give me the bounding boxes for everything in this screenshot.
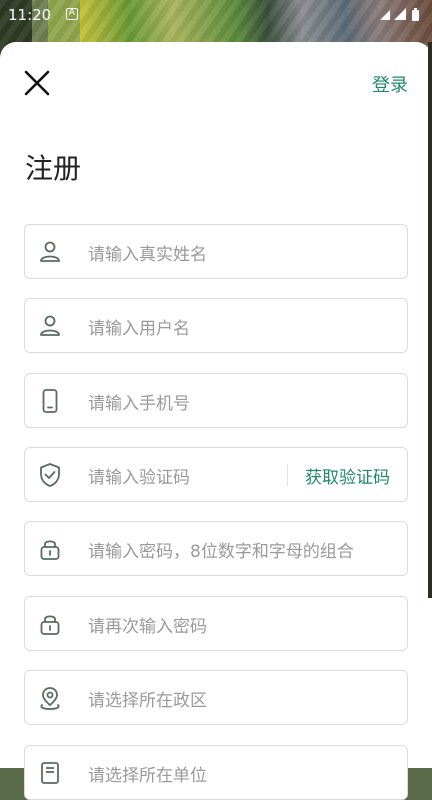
lock-icon: [40, 615, 60, 635]
get-code-button[interactable]: 获取验证码: [305, 463, 390, 488]
scrollbar[interactable]: [428, 42, 432, 598]
status-indicator-icon: A: [66, 8, 78, 20]
person-icon: [40, 241, 60, 262]
verification-code-field[interactable]: 请输入验证码 获取验证码: [24, 447, 408, 502]
shield-check-icon: [40, 463, 60, 487]
real-name-input[interactable]: 请输入真实姓名: [88, 240, 207, 265]
lock-icon: [40, 540, 60, 560]
page-title: 注册: [25, 152, 82, 185]
status-time: 11:20: [8, 6, 52, 24]
divider: [287, 464, 288, 486]
signal-battery-icon: [380, 8, 419, 21]
confirm-password-field[interactable]: 请再次输入密码: [24, 596, 408, 651]
district-field[interactable]: 请选择所在政区: [24, 670, 408, 725]
unit-field[interactable]: 请选择所在单位: [24, 745, 408, 800]
building-icon: [41, 762, 59, 784]
confirm-password-input[interactable]: 请再次输入密码: [88, 612, 207, 637]
password-field[interactable]: 请输入密码，8位数字和字母的组合: [24, 521, 408, 576]
verification-code-input[interactable]: 请输入验证码: [88, 463, 190, 488]
unit-select[interactable]: 请选择所在单位: [88, 761, 207, 786]
password-input[interactable]: 请输入密码，8位数字和字母的组合: [88, 537, 354, 562]
status-bar: 11:20 A: [0, 0, 432, 30]
person-icon: [40, 315, 60, 336]
phone-field[interactable]: 请输入手机号: [24, 373, 408, 428]
phone-icon: [42, 389, 58, 413]
district-select[interactable]: 请选择所在政区: [88, 686, 207, 711]
phone-input[interactable]: 请输入手机号: [88, 389, 190, 414]
location-pin-icon: [40, 687, 60, 710]
close-icon[interactable]: [24, 70, 50, 96]
login-link[interactable]: 登录: [372, 71, 408, 97]
real-name-field[interactable]: 请输入真实姓名: [24, 224, 408, 279]
username-field[interactable]: 请输入用户名: [24, 298, 408, 353]
username-input[interactable]: 请输入用户名: [88, 314, 190, 339]
